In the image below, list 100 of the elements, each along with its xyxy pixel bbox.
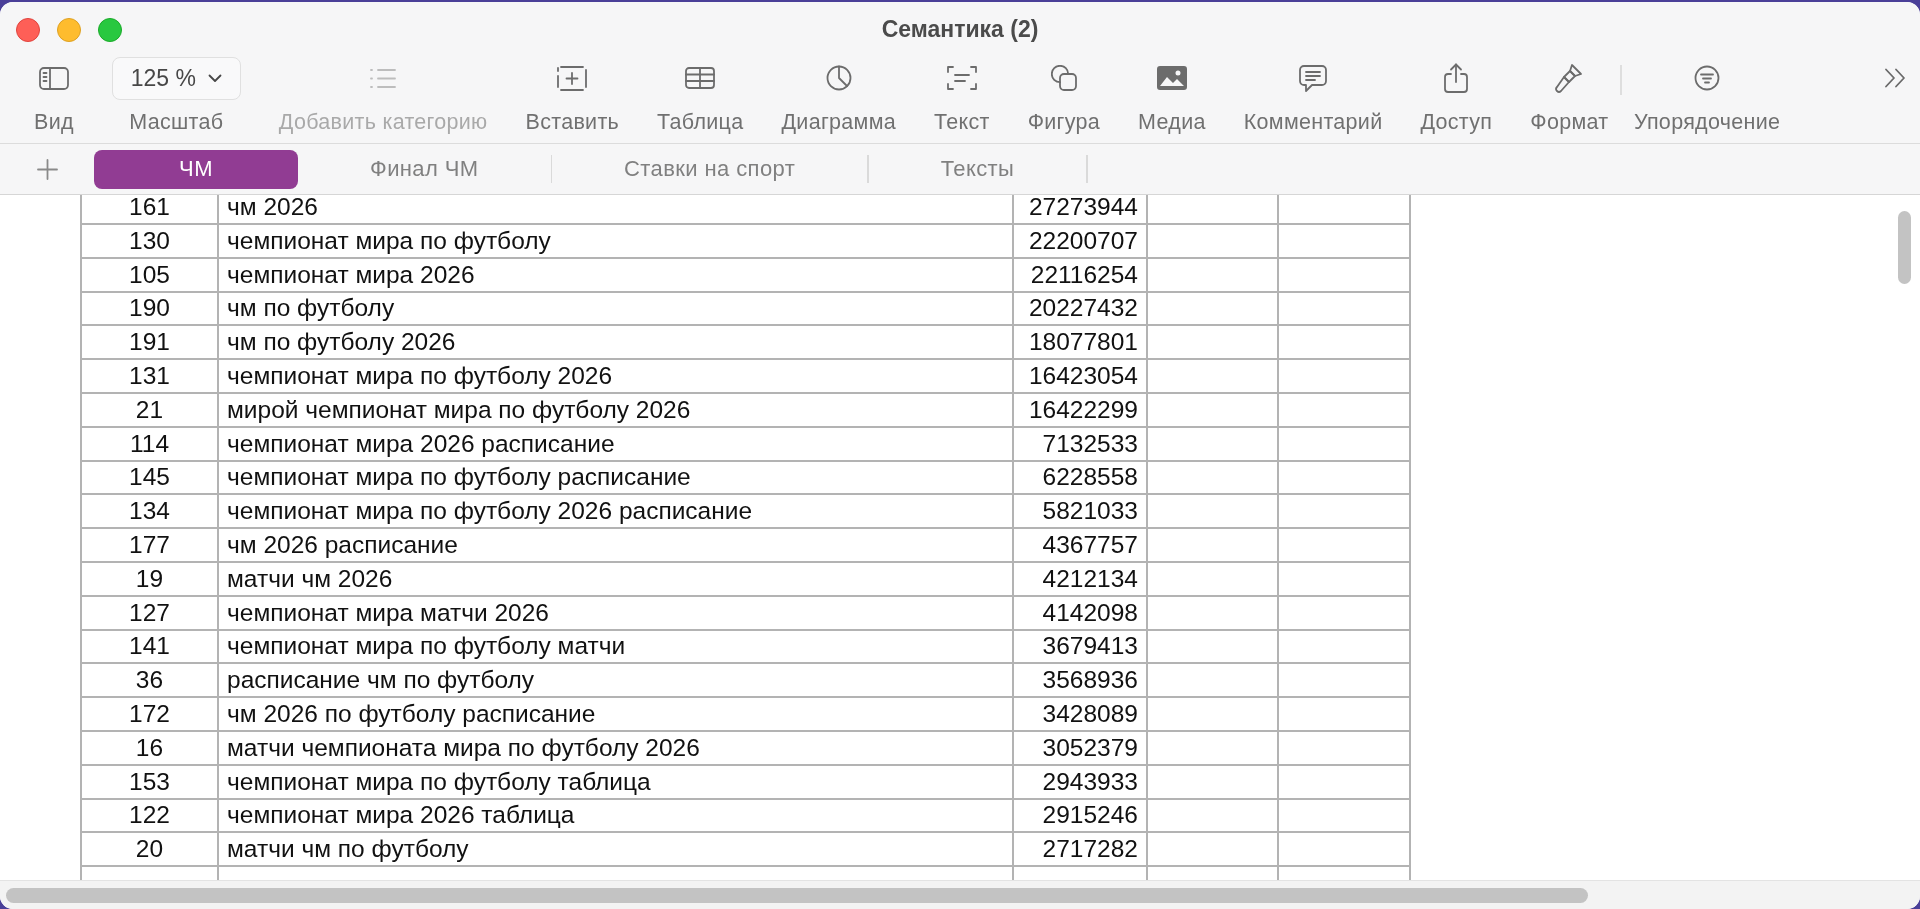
- toolbar-button[interactable]: Доступ: [1420, 52, 1493, 134]
- plus-icon: [37, 158, 58, 180]
- table-cell: 172: [82, 697, 219, 732]
- table-cell: 130: [82, 224, 219, 259]
- sidebar-icon: [38, 66, 69, 90]
- table-cell: матчи чм 2026: [219, 562, 1014, 597]
- close-button[interactable]: [16, 17, 40, 42]
- sheet-tab[interactable]: ЧМ: [94, 149, 298, 189]
- double-chevron-icon: [1884, 68, 1906, 88]
- table-cell: 3568936: [1014, 664, 1148, 699]
- table-cell: 6228558: [1014, 461, 1148, 496]
- table-cell: 3679413: [1014, 630, 1148, 665]
- table-cell: 20: [82, 833, 219, 868]
- toolbar-button[interactable]: Таблица: [657, 52, 744, 134]
- table-cell: 5821033: [1014, 495, 1148, 530]
- speech-bubble-icon: [1299, 64, 1328, 92]
- zoom-dropdown[interactable]: 125 %: [111, 56, 241, 100]
- table-cell: 190: [82, 292, 219, 327]
- pie-chart-icon: [825, 65, 852, 91]
- table-cell: 22200707: [1014, 224, 1148, 259]
- toolbar-button[interactable]: Упорядочение: [1633, 52, 1781, 134]
- plus-box-icon: [557, 65, 588, 91]
- table-cell: 16: [82, 731, 219, 766]
- table-cell: 20227432: [1014, 292, 1148, 327]
- table-cell: чемпионат мира по футболу расписание: [219, 461, 1014, 496]
- text-box-icon: [946, 66, 977, 90]
- table-cell: 4142098: [1014, 596, 1148, 631]
- toolbar-button[interactable]: Вставить: [525, 52, 620, 134]
- toolbar-button[interactable]: Комментарий: [1243, 52, 1383, 134]
- table-cell: чемпионат мира по футболу 2026: [219, 360, 1014, 394]
- table-cell: 153: [82, 765, 219, 800]
- table-cell: матчи чм по футболу: [219, 833, 1014, 868]
- shapes-icon: [1050, 65, 1077, 91]
- table-cell: 21: [82, 393, 219, 428]
- table-cell: 122: [82, 799, 219, 834]
- table-cell: 177: [82, 528, 219, 563]
- table-cell: чм 2026 расписание: [219, 528, 1014, 563]
- table-cell: 2943933: [1014, 765, 1148, 800]
- table-icon: [685, 67, 716, 89]
- table-cell: чемпионат мира 2026 таблица: [219, 799, 1014, 834]
- table-cell: чм 2026: [219, 195, 1014, 225]
- table-cell: 127: [82, 596, 219, 631]
- table-cell: чм по футболу 2026: [219, 326, 1014, 361]
- table-cell: 105: [82, 258, 219, 293]
- table-cell: 2717282: [1014, 833, 1148, 868]
- table-cell: 191: [82, 326, 219, 361]
- table-cell: 141: [82, 630, 219, 665]
- table-cell: расписание чм по футболу: [219, 664, 1014, 699]
- table-cell: 2915246: [1014, 799, 1148, 834]
- image-icon: [1156, 66, 1187, 90]
- paintbrush-icon: [1555, 63, 1584, 93]
- table-cell: 19: [82, 562, 219, 597]
- sheet-tab[interactable]: Финал ЧМ: [298, 149, 551, 189]
- table-cell: чм 2026 по футболу расписание: [219, 697, 1014, 732]
- table-cell: 7132533: [1014, 427, 1148, 462]
- table-cell: 4367757: [1014, 528, 1148, 563]
- table-cell: 16423054: [1014, 360, 1148, 394]
- lines-circle-icon: [1694, 65, 1721, 91]
- list-icon: [369, 67, 398, 89]
- horizontal-scrollbar[interactable]: [6, 887, 1588, 903]
- table-cell: чемпионат мира 2026 расписание: [219, 427, 1014, 462]
- chevron-down-icon: [207, 73, 222, 83]
- toolbar-button[interactable]: Медиа: [1138, 52, 1206, 134]
- table-cell: мирой чемпионат мира по футболу 2026: [219, 393, 1014, 428]
- toolbar-button[interactable]: Диаграмма: [781, 52, 896, 134]
- share-icon: [1444, 63, 1469, 93]
- table-cell: 131: [82, 360, 219, 394]
- table-cell: чемпионат мира по футболу 2026 расписание: [219, 495, 1014, 530]
- table-cell: 22116254: [1014, 258, 1148, 293]
- table-cell: 3428089: [1014, 697, 1148, 732]
- table-cell: 161: [82, 195, 219, 225]
- table-cell: чемпионат мира по футболу таблица: [219, 765, 1014, 800]
- more-tools-button[interactable]: [1884, 68, 1906, 88]
- toolbar-button[interactable]: Формат: [1530, 52, 1609, 134]
- fullscreen-button[interactable]: [98, 17, 122, 42]
- table-cell: 18077801: [1014, 326, 1148, 361]
- table-cell: 134: [82, 495, 219, 530]
- toolbar-button[interactable]: Вид: [34, 52, 74, 134]
- table-cell: чемпионат мира 2026: [219, 258, 1014, 293]
- table-cell: 114: [82, 427, 219, 462]
- table-cell: 3052379: [1014, 731, 1148, 766]
- table-cell: матчи чемпионата мира по футболу 2026: [219, 731, 1014, 766]
- toolbar-button[interactable]: Фигура: [1027, 52, 1101, 134]
- window-title: Семантика (2): [881, 16, 1039, 43]
- vertical-scrollbar[interactable]: [1898, 211, 1911, 284]
- sheet-tab[interactable]: Тексты: [868, 149, 1087, 189]
- table-cell: 4212134: [1014, 562, 1148, 597]
- table-cell: 27273944: [1014, 195, 1148, 225]
- toolbar-button[interactable]: Текст: [934, 52, 990, 134]
- table-cell: чм по футболу: [219, 292, 1014, 327]
- table-cell: 145: [82, 461, 219, 496]
- table-cell: чемпионат мира матчи 2026: [219, 596, 1014, 631]
- toolbar-label: Масштаб: [129, 110, 224, 134]
- table-cell: чемпионат мира по футболу матчи: [219, 630, 1014, 665]
- minimize-button[interactable]: [57, 17, 81, 42]
- table-cell: 16422299: [1014, 393, 1148, 428]
- table-cell: 36: [82, 664, 219, 699]
- table-cell: чемпионат мира по футболу: [219, 224, 1014, 259]
- add-sheet-button[interactable]: [37, 158, 58, 180]
- sheet-tab[interactable]: Ставки на спорт: [552, 149, 868, 189]
